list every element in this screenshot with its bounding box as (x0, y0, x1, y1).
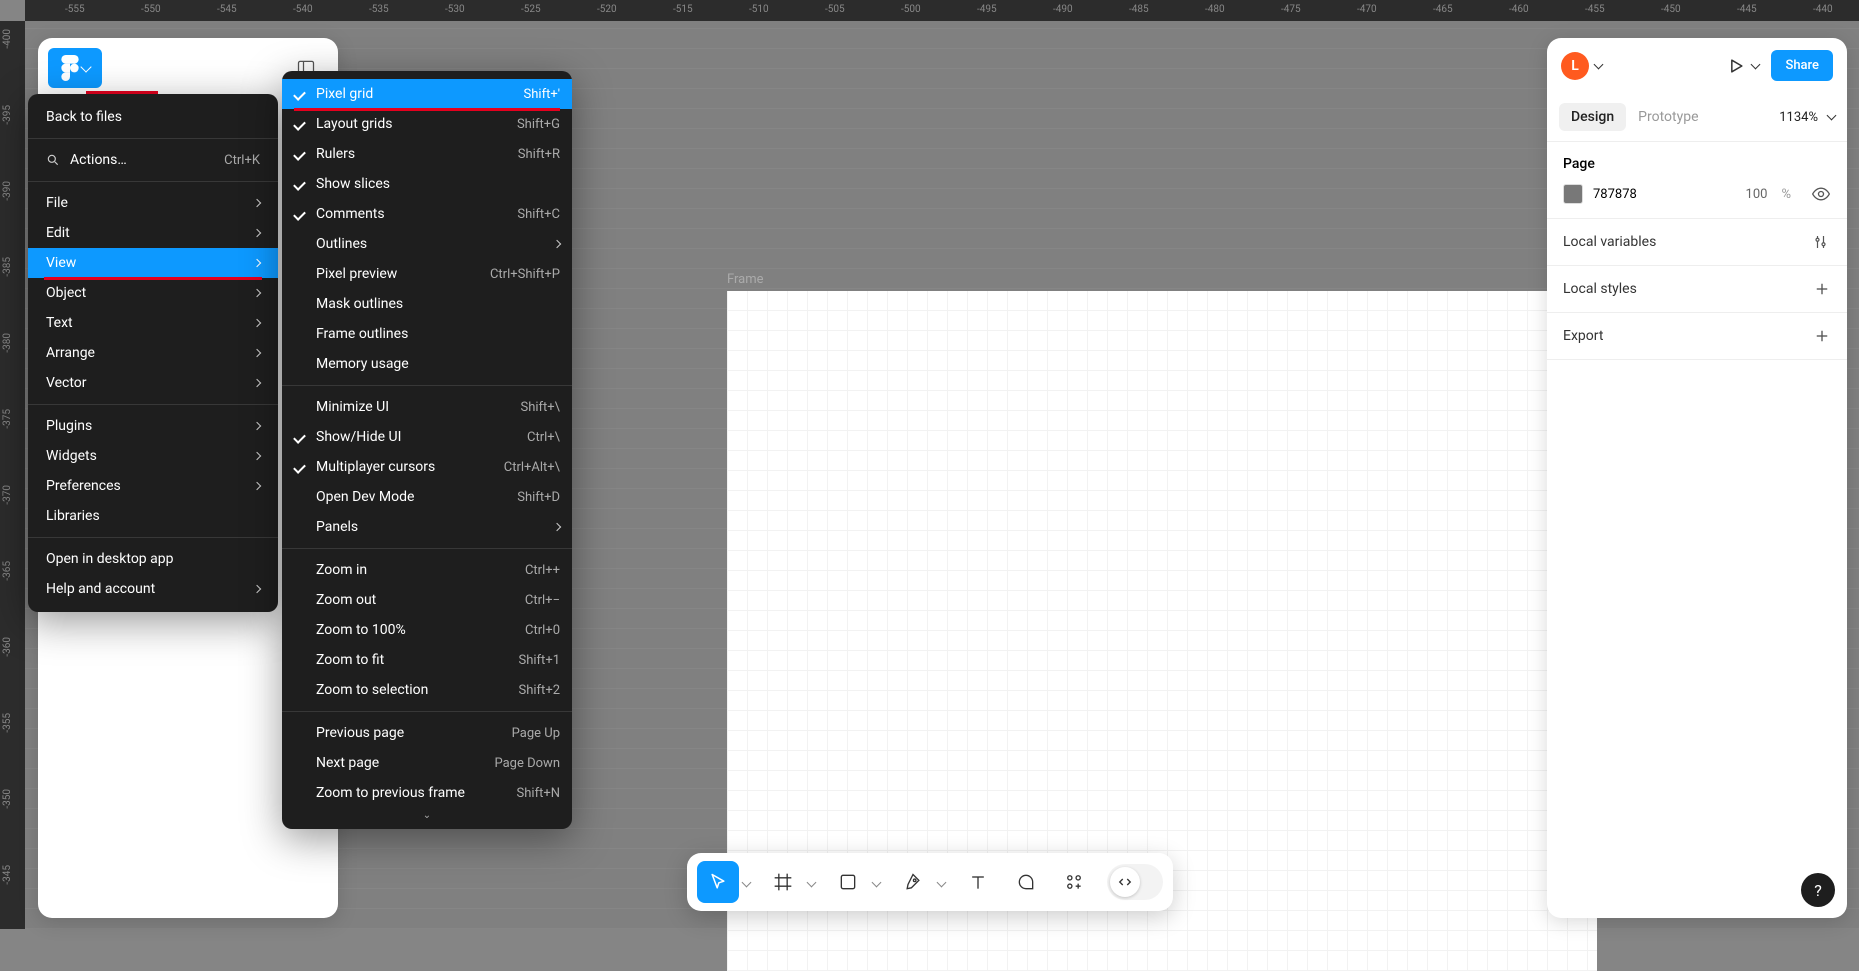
submenu-open-dev-mode[interactable]: Open Dev ModeShift+D (282, 482, 572, 512)
submenu-panels[interactable]: Panels (282, 512, 572, 542)
submenu-pixel-preview[interactable]: Pixel previewCtrl+Shift+P (282, 259, 572, 289)
comment-tool[interactable] (1005, 861, 1047, 903)
main-menu: Back to files Actions…Ctrl+K File Edit V… (28, 94, 278, 612)
submenu-minimize-ui[interactable]: Minimize UIShift+\ (282, 392, 572, 422)
move-tool[interactable] (697, 861, 739, 903)
submenu-memory-usage[interactable]: Memory usage (282, 349, 572, 379)
toolbar (687, 853, 1173, 911)
menu-widgets[interactable]: Widgets (28, 441, 278, 471)
check-icon (294, 149, 306, 159)
menu-back-to-files[interactable]: Back to files (28, 102, 278, 132)
visibility-icon[interactable] (1811, 184, 1831, 204)
menu-text[interactable]: Text (28, 308, 278, 338)
submenu-mask-outlines[interactable]: Mask outlines (282, 289, 572, 319)
cursor-icon (708, 872, 728, 892)
ruler-vertical: -400 -395 -390 -385 -380 -375 -370 -365 … (0, 21, 25, 929)
menu-view[interactable]: View (28, 248, 278, 278)
chevron-down-icon (1827, 111, 1837, 121)
menu-object[interactable]: Object (28, 278, 278, 308)
menu-libraries[interactable]: Libraries (28, 501, 278, 531)
check-icon (294, 462, 306, 472)
menu-preferences[interactable]: Preferences (28, 471, 278, 501)
local-variables-row[interactable]: Local variables (1547, 219, 1847, 266)
submenu-next-page[interactable]: Next pagePage Down (282, 748, 572, 778)
actions-icon (1064, 872, 1084, 892)
page-section: Page 787878 100 % (1547, 142, 1847, 219)
dev-mode-toggle[interactable] (1107, 864, 1163, 900)
sliders-icon[interactable] (1813, 233, 1831, 251)
chevron-down-icon[interactable] (871, 877, 881, 887)
chevron-down-icon[interactable] (806, 877, 816, 887)
check-icon (294, 209, 306, 219)
menu-help[interactable]: Help and account (28, 574, 278, 604)
actions-tool[interactable] (1053, 861, 1095, 903)
rectangle-icon (838, 872, 858, 892)
submenu-rulers[interactable]: RulersShift+R (282, 139, 572, 169)
submenu-outlines[interactable]: Outlines (282, 229, 572, 259)
submenu-zoom-to-fit[interactable]: Zoom to fitShift+1 (282, 645, 572, 675)
plus-icon[interactable] (1813, 280, 1831, 298)
submenu-zoom-prev-frame[interactable]: Zoom to previous frameShift+N (282, 778, 572, 808)
frame-label[interactable]: Frame (727, 272, 764, 287)
check-icon (294, 89, 306, 99)
tab-prototype[interactable]: Prototype (1626, 103, 1710, 131)
menu-vector[interactable]: Vector (28, 368, 278, 398)
chevron-down-icon[interactable] (1594, 59, 1604, 69)
frame-icon (773, 872, 793, 892)
chevron-down-icon[interactable] (741, 877, 751, 887)
submenu-zoom-out[interactable]: Zoom outCtrl+− (282, 585, 572, 615)
submenu-scroll-down-icon[interactable]: ⌄ (282, 808, 572, 821)
share-button[interactable]: Share (1771, 50, 1833, 81)
submenu-multiplayer-cursors[interactable]: Multiplayer cursorsCtrl+Alt+\ (282, 452, 572, 482)
check-icon (294, 179, 306, 189)
chevron-down-icon[interactable] (1751, 59, 1761, 69)
frame-tool[interactable] (762, 861, 804, 903)
menu-actions[interactable]: Actions…Ctrl+K (28, 145, 278, 175)
chevron-down-icon[interactable] (936, 877, 946, 887)
submenu-previous-page[interactable]: Previous pagePage Up (282, 718, 572, 748)
shape-tool[interactable] (827, 861, 869, 903)
submenu-show-hide-ui[interactable]: Show/Hide UICtrl+\ (282, 422, 572, 452)
export-row[interactable]: Export (1547, 313, 1847, 360)
page-color-swatch[interactable] (1563, 184, 1583, 204)
chevron-down-icon (80, 61, 91, 72)
page-opacity[interactable]: 100 (1746, 187, 1768, 202)
view-submenu: Pixel gridShift+' Layout gridsShift+G Ru… (282, 71, 572, 829)
ruler-horizontal: -555 -550 -545 -540 -535 -530 -525 -520 … (25, 0, 1859, 21)
help-button[interactable]: ? (1801, 873, 1835, 907)
submenu-pixel-grid[interactable]: Pixel gridShift+' (282, 79, 572, 109)
page-color-hex[interactable]: 787878 (1593, 187, 1736, 202)
submenu-comments[interactable]: CommentsShift+C (282, 199, 572, 229)
check-icon (294, 432, 306, 442)
menu-plugins[interactable]: Plugins (28, 411, 278, 441)
right-panel: L Share Design Prototype 1134% Page 7878… (1547, 38, 1847, 918)
submenu-layout-grids[interactable]: Layout gridsShift+G (282, 109, 572, 139)
text-tool[interactable] (957, 861, 999, 903)
tab-design[interactable]: Design (1559, 103, 1626, 131)
menu-edit[interactable]: Edit (28, 218, 278, 248)
submenu-show-slices[interactable]: Show slices (282, 169, 572, 199)
submenu-zoom-in[interactable]: Zoom inCtrl++ (282, 555, 572, 585)
figma-menu-button[interactable] (48, 48, 102, 88)
section-title-page: Page (1563, 156, 1831, 172)
search-icon (46, 153, 60, 167)
zoom-level[interactable]: 1134% (1779, 110, 1835, 125)
present-icon[interactable] (1726, 56, 1746, 76)
figma-logo-icon (61, 55, 79, 81)
text-icon (968, 872, 988, 892)
pen-tool[interactable] (892, 861, 934, 903)
submenu-zoom-100[interactable]: Zoom to 100%Ctrl+0 (282, 615, 572, 645)
check-icon (294, 119, 306, 129)
pen-icon (903, 872, 923, 892)
comment-icon (1016, 872, 1036, 892)
submenu-frame-outlines[interactable]: Frame outlines (282, 319, 572, 349)
submenu-zoom-to-selection[interactable]: Zoom to selectionShift+2 (282, 675, 572, 705)
plus-icon[interactable] (1813, 327, 1831, 345)
code-icon (1116, 873, 1134, 891)
local-styles-row[interactable]: Local styles (1547, 266, 1847, 313)
menu-file[interactable]: File (28, 188, 278, 218)
menu-arrange[interactable]: Arrange (28, 338, 278, 368)
user-avatar[interactable]: L (1561, 52, 1589, 80)
menu-open-desktop[interactable]: Open in desktop app (28, 544, 278, 574)
